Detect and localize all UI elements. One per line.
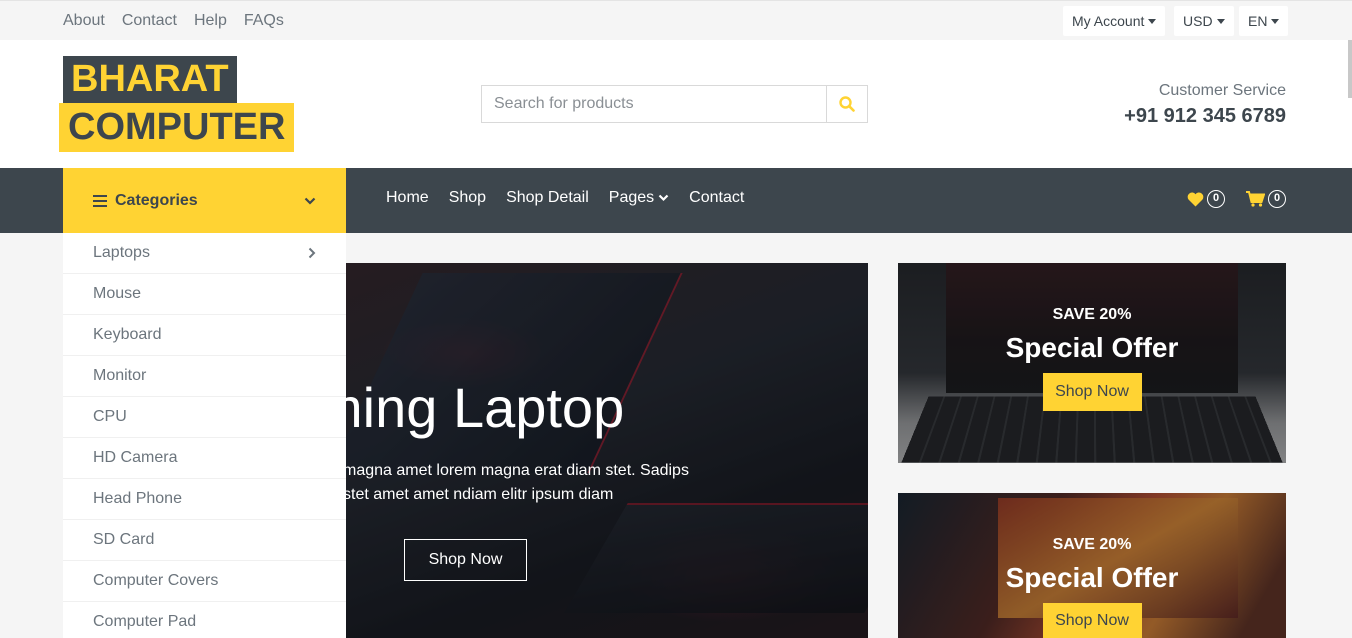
logo-line-2[interactable]: COMPUTER xyxy=(59,103,294,152)
logo-line-1[interactable]: BHARAT xyxy=(63,56,237,103)
my-account-dropdown[interactable]: My Account xyxy=(1063,6,1165,36)
top-link-contact[interactable]: Contact xyxy=(122,12,177,30)
category-label: HD Camera xyxy=(93,449,177,467)
search-button[interactable] xyxy=(826,86,867,122)
category-item-keyboard[interactable]: Keyboard xyxy=(63,315,346,356)
hero-text: magna amet lorem magna erat diam stet. S… xyxy=(346,459,703,507)
hero-text-line-1: magna amet lorem magna erat diam stet. S… xyxy=(346,462,689,479)
category-label: Computer Pad xyxy=(93,613,196,631)
hero-title: ming Laptop xyxy=(346,375,624,440)
category-label: Laptops xyxy=(93,244,150,262)
nav-home[interactable]: Home xyxy=(386,189,429,207)
chevron-down-icon xyxy=(658,194,669,202)
cart-button[interactable]: 0 xyxy=(1246,190,1286,208)
bars-icon xyxy=(93,195,107,207)
category-item-hd-camera[interactable]: HD Camera xyxy=(63,438,346,479)
nav-icons: 0 0 xyxy=(1187,190,1286,208)
nav-contact[interactable]: Contact xyxy=(689,189,744,207)
category-item-computer-covers[interactable]: Computer Covers xyxy=(63,561,346,602)
heart-icon xyxy=(1187,192,1204,207)
categories-label: Categories xyxy=(115,192,304,210)
top-link-help[interactable]: Help xyxy=(194,12,227,30)
nav-shop[interactable]: Shop xyxy=(449,189,486,207)
category-label: Head Phone xyxy=(93,490,182,508)
category-item-mouse[interactable]: Mouse xyxy=(63,274,346,315)
chevron-down-icon xyxy=(304,197,316,205)
category-item-sd-card[interactable]: SD Card xyxy=(63,520,346,561)
top-link-faqs[interactable]: FAQs xyxy=(244,12,284,30)
search-input[interactable] xyxy=(482,86,826,122)
top-bar: About Contact Help FAQs My Account USD E… xyxy=(0,0,1352,40)
offer-card-2: SAVE 20% Special Offer Shop Now xyxy=(898,493,1286,638)
nav-shop-detail[interactable]: Shop Detail xyxy=(506,189,589,207)
category-item-head-phone[interactable]: Head Phone xyxy=(63,479,346,520)
offer-title: Special Offer xyxy=(1006,562,1179,594)
top-links: About Contact Help FAQs xyxy=(63,12,301,30)
category-label: Monitor xyxy=(93,367,146,385)
language-dropdown[interactable]: EN xyxy=(1239,6,1288,36)
nav-links: Home Shop Shop Detail Pages Contact xyxy=(386,189,764,207)
currency-label: USD xyxy=(1183,13,1213,29)
chevron-right-icon xyxy=(308,247,316,259)
nav-pages-label: Pages xyxy=(609,189,654,207)
nav-pages[interactable]: Pages xyxy=(609,189,669,207)
category-item-monitor[interactable]: Monitor xyxy=(63,356,346,397)
offer-shop-now-button[interactable]: Shop Now xyxy=(1043,603,1142,638)
search-icon xyxy=(839,96,855,112)
caret-down-icon xyxy=(1217,19,1225,24)
scrollbar[interactable] xyxy=(1348,40,1352,98)
hero-shop-now-button[interactable]: Shop Now xyxy=(404,539,527,581)
search-form xyxy=(481,85,868,123)
offer-shop-now-button[interactable]: Shop Now xyxy=(1043,373,1142,411)
cart-icon xyxy=(1246,191,1265,207)
wishlist-count: 0 xyxy=(1207,190,1225,208)
hero-text-line-2: stet amet amet ndiam elitr ipsum diam xyxy=(346,486,613,503)
hero-carousel[interactable]: ming Laptop magna amet lorem magna erat … xyxy=(346,263,868,638)
categories-toggle[interactable]: Categories xyxy=(63,168,346,233)
category-item-computer-pad[interactable]: Computer Pad xyxy=(63,602,346,638)
category-item-laptops[interactable]: Laptops xyxy=(63,233,346,274)
language-label: EN xyxy=(1248,13,1267,29)
main-navbar: Categories Home Shop Shop Detail Pages C… xyxy=(0,168,1352,233)
offer-save-text: SAVE 20% xyxy=(1053,536,1132,554)
caret-down-icon xyxy=(1271,19,1279,24)
category-item-cpu[interactable]: CPU xyxy=(63,397,346,438)
my-account-label: My Account xyxy=(1072,13,1144,29)
category-label: Keyboard xyxy=(93,326,162,344)
offer-save-text: SAVE 20% xyxy=(1053,306,1132,324)
wishlist-button[interactable]: 0 xyxy=(1187,190,1225,208)
customer-service-phone: +91 912 345 6789 xyxy=(1124,105,1286,128)
caret-down-icon xyxy=(1148,19,1156,24)
header: BHARAT COMPUTER Customer Service +91 912… xyxy=(0,40,1352,168)
categories-list: Laptops Mouse Keyboard Monitor CPU HD Ca… xyxy=(63,233,346,638)
offer-card-1: SAVE 20% Special Offer Shop Now xyxy=(898,263,1286,463)
category-label: CPU xyxy=(93,408,127,426)
cart-count: 0 xyxy=(1268,190,1286,208)
currency-dropdown[interactable]: USD xyxy=(1174,6,1234,36)
top-link-about[interactable]: About xyxy=(63,12,105,30)
category-label: Mouse xyxy=(93,285,141,303)
category-label: Computer Covers xyxy=(93,572,218,590)
offer-title: Special Offer xyxy=(1006,332,1179,364)
category-label: SD Card xyxy=(93,531,154,549)
customer-service-label: Customer Service xyxy=(1159,82,1286,100)
